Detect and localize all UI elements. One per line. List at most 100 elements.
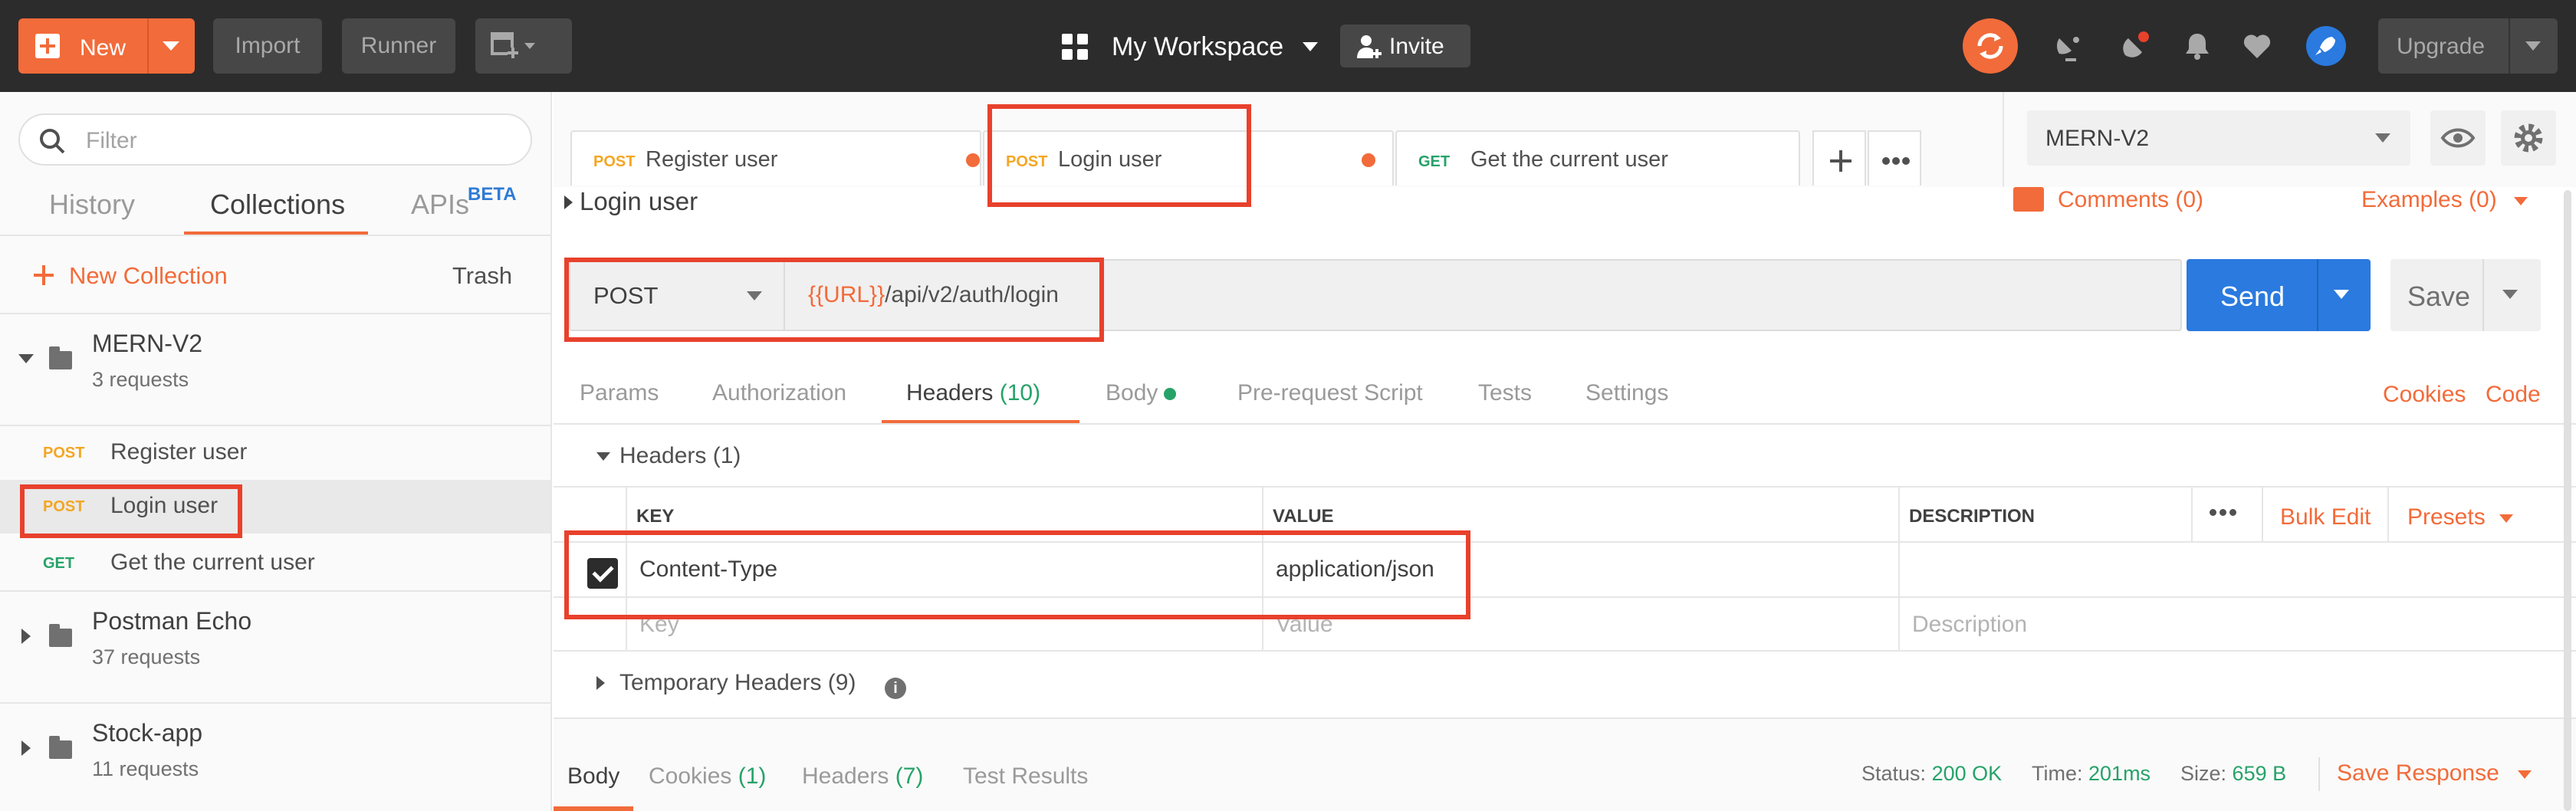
chevron-down-icon bbox=[2517, 770, 2532, 779]
examples-dropdown[interactable]: Examples (0) bbox=[2361, 187, 2528, 213]
code-link[interactable]: Code bbox=[2486, 382, 2541, 408]
scrollbar[interactable] bbox=[2564, 190, 2571, 811]
save-label: Save bbox=[2407, 281, 2471, 312]
collapse-caret-icon[interactable] bbox=[18, 354, 34, 363]
collection-count: 11 requests bbox=[92, 757, 199, 780]
new-button-label: New bbox=[80, 35, 127, 61]
tab-title: Get the current user bbox=[1470, 147, 1668, 172]
manage-environments-button[interactable] bbox=[2501, 110, 2556, 166]
invite-button[interactable]: Invite bbox=[1340, 25, 1470, 67]
tab-pre-request-script[interactable]: Pre-request Script bbox=[1237, 380, 1423, 406]
sync-icon[interactable] bbox=[1963, 18, 2018, 74]
tab-settings[interactable]: Settings bbox=[1585, 380, 1668, 406]
bell-icon[interactable] bbox=[2182, 31, 2213, 61]
presets-dropdown[interactable]: Presets bbox=[2407, 504, 2513, 530]
more-icon[interactable] bbox=[2210, 506, 2239, 520]
status-label: Status: bbox=[1861, 762, 1927, 785]
beta-badge: BETA bbox=[468, 184, 517, 205]
collection-postman-echo[interactable]: Postman Echo 37 requests bbox=[0, 592, 550, 699]
comments-link[interactable]: Comments (0) bbox=[2013, 187, 2203, 213]
annotation-box-sidebar-item bbox=[20, 484, 242, 538]
cookies-count: (1) bbox=[738, 763, 767, 789]
collection-mern-v2[interactable]: MERN-V2 3 requests bbox=[0, 314, 550, 422]
tab-history[interactable]: History bbox=[49, 189, 135, 221]
sidebar-request-get-current-user[interactable]: GET Get the current user bbox=[0, 537, 550, 590]
send-label: Send bbox=[2220, 281, 2285, 312]
headers-section-toggle[interactable]: Headers (1) bbox=[596, 443, 741, 469]
expand-caret-icon[interactable] bbox=[21, 629, 31, 644]
environment-select[interactable]: MERN-V2 bbox=[2027, 110, 2410, 166]
upgrade-label: Upgrade bbox=[2397, 34, 2486, 59]
folder-icon bbox=[49, 736, 72, 759]
workspace-name: My Workspace bbox=[1112, 32, 1284, 61]
heart-icon[interactable] bbox=[2242, 31, 2272, 61]
request-tabs-bar: POST Register user POST Login user GET G… bbox=[554, 92, 2003, 187]
environment-bar: MERN-V2 bbox=[2003, 92, 2576, 187]
trash-button[interactable]: Trash bbox=[452, 262, 512, 290]
satellite-notification-icon[interactable] bbox=[2121, 31, 2151, 61]
cookies-link[interactable]: Cookies bbox=[2383, 382, 2466, 408]
import-button[interactable]: Import bbox=[213, 18, 322, 74]
request-name-header[interactable]: Login user bbox=[564, 187, 698, 216]
collection-name: Stock-app bbox=[92, 719, 203, 747]
body-indicator-dot-icon bbox=[1164, 388, 1177, 401]
tab-params[interactable]: Params bbox=[580, 380, 659, 406]
chevron-down-icon bbox=[1303, 42, 1318, 51]
save-dropdown-caret-icon[interactable] bbox=[2502, 290, 2518, 299]
upgrade-button[interactable]: Upgrade bbox=[2378, 18, 2558, 74]
active-tab-indicator bbox=[554, 806, 633, 811]
tab-headers[interactable]: Headers (10) bbox=[906, 380, 1040, 406]
description-column-header: DESCRIPTION bbox=[1909, 506, 2036, 527]
body-tab-label: Body bbox=[1106, 380, 1158, 406]
headers-section-count: (1) bbox=[712, 443, 741, 468]
interceptor-icon[interactable] bbox=[2055, 31, 2085, 61]
new-dropdown-caret-icon[interactable] bbox=[163, 41, 179, 51]
collection-name: MERN-V2 bbox=[92, 330, 203, 357]
new-collection-label: New Collection bbox=[69, 262, 228, 289]
unsaved-dot-icon bbox=[1362, 153, 1375, 167]
rocket-icon[interactable] bbox=[2306, 26, 2346, 66]
headers-tab-label: Headers bbox=[906, 380, 994, 406]
response-tab-cookies[interactable]: Cookies (1) bbox=[649, 763, 766, 790]
upgrade-dropdown-caret-icon[interactable] bbox=[2525, 41, 2541, 51]
collection-stock-app[interactable]: Stock-app 11 requests bbox=[0, 704, 550, 811]
save-button[interactable]: Save bbox=[2390, 259, 2541, 331]
method-badge: POST bbox=[593, 153, 636, 170]
response-status: Status: 200 OK bbox=[1861, 762, 2002, 786]
new-header-description-field[interactable]: Description bbox=[1912, 612, 2027, 638]
new-window-icon bbox=[491, 32, 535, 58]
response-tab-body[interactable]: Body bbox=[567, 763, 619, 790]
top-bar: New Import Runner My Workspace Invite Up… bbox=[0, 0, 2576, 92]
sidebar-request-register-user[interactable]: POST Register user bbox=[0, 426, 550, 480]
tab-body[interactable]: Body bbox=[1106, 380, 1177, 406]
request-tab-get-current-user[interactable]: GET Get the current user bbox=[1395, 130, 1800, 186]
response-tab-headers[interactable]: Headers (7) bbox=[802, 763, 923, 790]
tab-tests[interactable]: Tests bbox=[1478, 380, 1532, 406]
workspace-grid-icon bbox=[1062, 34, 1088, 60]
key-column-header: KEY bbox=[636, 506, 675, 527]
tab-apis[interactable]: APIs bbox=[411, 189, 469, 221]
info-icon[interactable]: i bbox=[885, 678, 906, 699]
send-button[interactable]: Send bbox=[2187, 259, 2371, 331]
new-window-button[interactable] bbox=[475, 18, 572, 74]
expand-caret-icon bbox=[596, 676, 605, 690]
bulk-edit-button[interactable]: Bulk Edit bbox=[2280, 504, 2371, 530]
save-response-dropdown[interactable]: Save Response bbox=[2337, 760, 2532, 786]
tab-authorization[interactable]: Authorization bbox=[712, 380, 846, 406]
expand-caret-icon[interactable] bbox=[21, 740, 31, 756]
tab-collections[interactable]: Collections bbox=[210, 189, 345, 221]
send-dropdown-caret-icon[interactable] bbox=[2334, 290, 2349, 299]
method-badge: GET bbox=[43, 555, 75, 572]
runner-button[interactable]: Runner bbox=[342, 18, 455, 74]
new-button[interactable]: New bbox=[18, 18, 195, 74]
filter-input[interactable] bbox=[86, 126, 515, 156]
environment-quick-look-button[interactable] bbox=[2430, 110, 2486, 166]
filter-box[interactable] bbox=[18, 113, 532, 166]
temporary-headers-toggle[interactable]: Temporary Headers (9) bbox=[596, 670, 856, 696]
temporary-headers-count: (9) bbox=[827, 670, 856, 695]
new-tab-button[interactable] bbox=[1812, 130, 1866, 186]
folder-icon bbox=[49, 624, 72, 647]
request-tab-register-user[interactable]: POST Register user bbox=[570, 130, 981, 186]
tab-options-button[interactable] bbox=[1868, 130, 1921, 186]
response-tab-test-results[interactable]: Test Results bbox=[963, 763, 1088, 790]
